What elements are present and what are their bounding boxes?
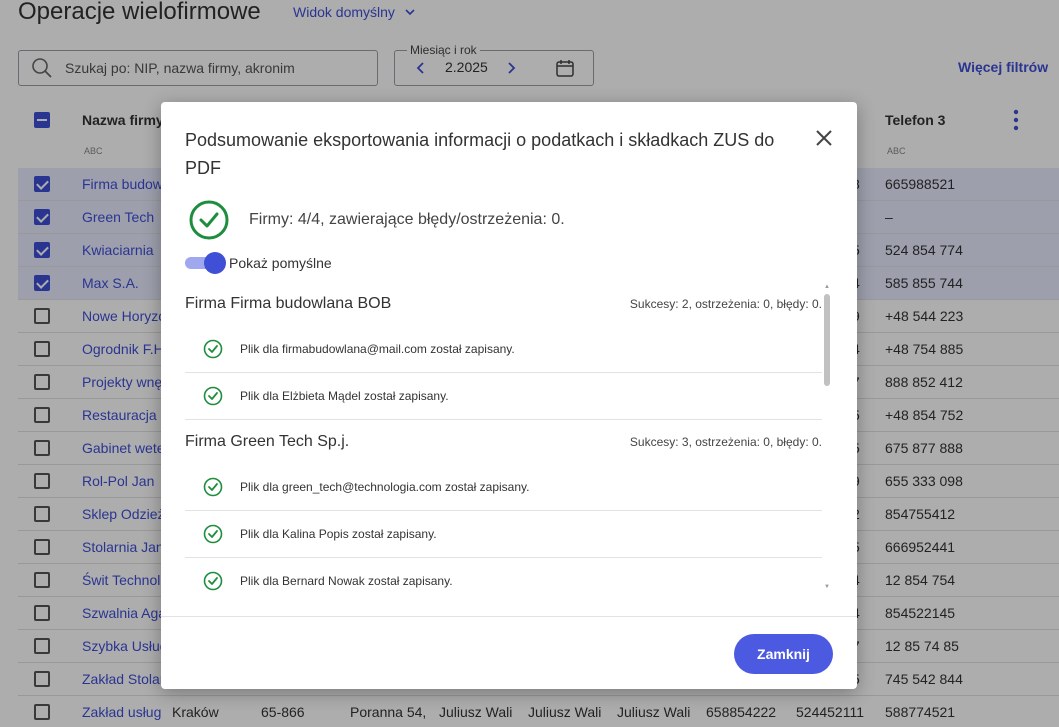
file-result-text: Plik dla firmabudowlana@mail.com został …	[240, 342, 515, 356]
firm-header: Firma Green Tech Sp.j. Sukcesy: 3, ostrze…	[185, 420, 822, 464]
toggle-switch[interactable]	[185, 252, 226, 274]
show-successful-toggle[interactable]: Pokaż pomyślne	[185, 252, 332, 274]
file-result-text: Plik dla Kalina Popis został zapisany.	[240, 527, 437, 541]
toggle-knob	[204, 252, 226, 274]
file-result-text: Plik dla green_tech@technologia.com zost…	[240, 480, 530, 494]
scroll-up-arrow[interactable]: ▲	[824, 284, 830, 290]
check-circle-icon	[203, 524, 223, 544]
check-circle-icon	[203, 386, 223, 406]
export-summary: Firmy: 4/4, zawierające błędy/ostrzeżeni…	[189, 200, 565, 240]
toggle-label: Pokaż pomyślne	[229, 255, 332, 271]
firm-header: Firma Firma budowlana BOB Sukcesy: 2, ost…	[185, 282, 822, 326]
check-circle-icon	[203, 339, 223, 359]
dialog-divider	[161, 616, 857, 617]
results-scrollbar[interactable]: ▲ ▼	[822, 284, 832, 590]
file-result-row: Plik dla Kalina Popis został zapisany.	[185, 511, 822, 558]
check-circle-icon	[203, 571, 223, 591]
check-circle-icon	[189, 200, 229, 240]
close-button[interactable]: Zamknij	[734, 634, 833, 674]
scroll-down-arrow[interactable]: ▼	[824, 584, 830, 590]
check-circle-icon	[203, 477, 223, 497]
dialog-title: Podsumowanie eksportowania informacji o …	[185, 130, 775, 178]
close-icon[interactable]	[813, 127, 835, 149]
file-result-row: Plik dla firmabudowlana@mail.com został …	[185, 326, 822, 373]
firm-name: Firma Green Tech Sp.j.	[185, 433, 350, 450]
scrollbar-thumb[interactable]	[824, 294, 830, 386]
file-result-row: Plik dla green_tech@technologia.com zost…	[185, 464, 822, 511]
summary-text: Firmy: 4/4, zawierające błędy/ostrzeżeni…	[249, 211, 565, 228]
file-result-text: Plik dla Elżbieta Mądel został zapisany.	[240, 389, 449, 403]
export-summary-dialog: Podsumowanie eksportowania informacji o …	[161, 102, 857, 689]
firm-stats: Sukcesy: 2, ostrzeżenia: 0, błędy: 0.	[629, 297, 822, 311]
firm-stats: Sukcesy: 3, ostrzeżenia: 0, błędy: 0.	[629, 435, 822, 449]
file-result-row: Plik dla Bernard Nowak został zapisany.	[185, 558, 822, 592]
file-result-row: Plik dla Elżbieta Mądel został zapisany.	[185, 373, 822, 420]
firm-name: Firma Firma budowlana BOB	[185, 295, 392, 312]
file-result-text: Plik dla Bernard Nowak został zapisany.	[240, 574, 453, 588]
results-list[interactable]: Firma Firma budowlana BOB Sukcesy: 2, ost…	[185, 282, 832, 592]
